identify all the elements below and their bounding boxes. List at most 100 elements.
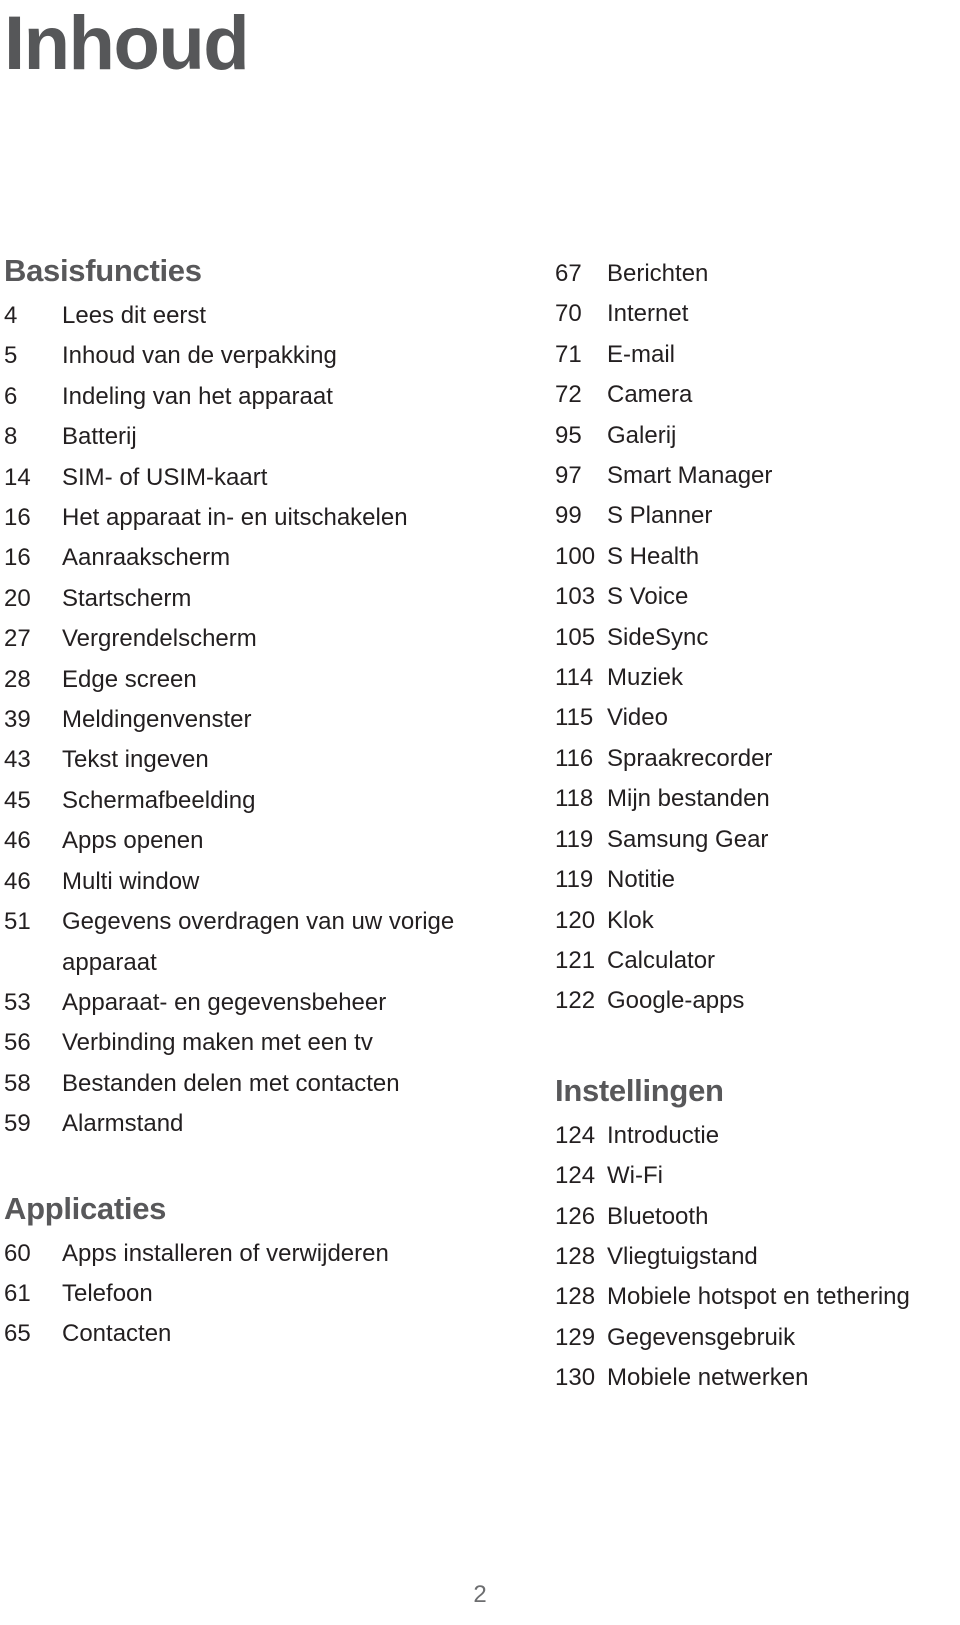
toc-entry[interactable]: 51 Gegevens overdragen van uw vorige appa…: [4, 902, 520, 983]
toc-entry-label: Apps installeren of verwijderen: [62, 1239, 389, 1267]
toc-entry-page-number: 129: [555, 1323, 596, 1351]
toc-entry-label: Startscherm: [62, 584, 192, 612]
toc-list: 60 Apps installeren of verwijderen 61 Telef…: [4, 1234, 520, 1355]
toc-entry[interactable]: 119 Samsung Gear: [555, 820, 960, 860]
toc-entry-label: Berichten: [607, 260, 709, 287]
toc-entry[interactable]: 116 Spraakrecorder: [555, 739, 960, 779]
toc-entry[interactable]: 20 Startscherm: [4, 579, 520, 619]
toc-entry[interactable]: 99 S Planner: [555, 496, 960, 536]
toc-entry-page-number: 20: [4, 584, 31, 612]
toc-entry[interactable]: 39 Meldingenvenster: [4, 700, 520, 740]
toc-entry[interactable]: 59 Alarmstand: [4, 1104, 520, 1144]
toc-entry-label: Schermafbeelding: [62, 786, 256, 814]
toc-entry-label: Mobiele netwerken: [607, 1364, 809, 1392]
toc-entry[interactable]: 8 Batterij: [4, 417, 520, 457]
toc-entry-page-number: 51: [4, 908, 31, 936]
toc-entry-page-number: 6: [4, 382, 18, 410]
toc-entry[interactable]: 105 SideSync: [555, 618, 960, 658]
toc-entry[interactable]: 122 Google-apps: [555, 981, 960, 1021]
toc-entry-page-number: 122: [555, 987, 596, 1015]
toc-entry-page-number: 119: [555, 866, 594, 894]
toc-entry[interactable]: 5 Inhoud van de verpakking: [4, 336, 520, 376]
toc-entry-page-number: 16: [4, 544, 31, 572]
toc-entry[interactable]: 119 Notitie: [555, 860, 960, 900]
toc-entry[interactable]: 65 Contacten: [4, 1314, 520, 1354]
toc-entry-label: Video: [607, 704, 668, 732]
toc-entry[interactable]: 56 Verbinding maken met een tv: [4, 1023, 520, 1063]
toc-entry[interactable]: 58 Bestanden delen met contacten: [4, 1064, 520, 1104]
toc-entry-label: Smart Manager: [607, 462, 773, 490]
toc-entry-label: Mobiele hotspot en tethering: [607, 1283, 910, 1311]
toc-entry-page-number: 67: [555, 260, 582, 287]
toc-entry[interactable]: 124 Wi-Fi: [555, 1156, 960, 1196]
toc-entry-label: Camera: [607, 381, 693, 409]
toc-section: Instellingen 124 Introductie 124 Wi-Fi 126 Blu…: [555, 1072, 960, 1399]
toc-entry-label: Indeling van het apparaat: [62, 382, 333, 410]
toc-entry[interactable]: 128 Mobiele hotspot en tethering: [555, 1277, 960, 1317]
toc-entry-label: SIM- of USIM-kaart: [62, 463, 268, 491]
toc-entry[interactable]: 100 S Health: [555, 537, 960, 577]
toc-entry-label: Tekst ingeven: [62, 746, 209, 774]
toc-entry-page-number: 60: [4, 1239, 31, 1267]
toc-entry[interactable]: 120 Klok: [555, 901, 960, 941]
toc-entry[interactable]: 67 Berichten: [555, 254, 960, 294]
toc-entry-label: Gegevensgebruik: [607, 1323, 796, 1351]
toc-entry-page-number: 4: [4, 302, 18, 329]
toc-entry[interactable]: 46 Apps openen: [4, 821, 520, 861]
section-heading-instellingen: Instellingen: [555, 1072, 724, 1108]
toc-entry[interactable]: 46 Multi window: [4, 862, 520, 902]
toc-entry[interactable]: 72 Camera: [555, 375, 960, 415]
toc-entry-page-number: 14: [4, 463, 31, 491]
toc-entry-label: Wi-Fi: [607, 1162, 663, 1190]
toc-entry-label: Apparaat- en gegevensbeheer: [62, 988, 387, 1016]
toc-entry[interactable]: 45 Schermafbeelding: [4, 781, 520, 821]
toc-entry[interactable]: 4 Lees dit eerst: [4, 296, 520, 336]
toc-entry-page-number: 124: [555, 1121, 596, 1149]
toc-entry[interactable]: 128 Vliegtuigstand: [555, 1237, 960, 1277]
toc-entry[interactable]: 43 Tekst ingeven: [4, 740, 520, 780]
toc-entry[interactable]: 126 Bluetooth: [555, 1197, 960, 1237]
toc-entry-label: SideSync: [607, 623, 709, 651]
toc-entry-page-number: 61: [4, 1279, 31, 1307]
toc-entry-label: Aanraakscherm: [62, 544, 231, 572]
toc-entry-page-number: 59: [4, 1110, 31, 1138]
toc-entry-label: Het apparaat in- en uitschakelen: [62, 504, 408, 532]
toc-entry-page-number: 70: [555, 300, 582, 328]
toc-entry[interactable]: 27 Vergrendelscherm: [4, 619, 520, 659]
toc-entry-page-number: 128: [555, 1283, 596, 1311]
toc-entry[interactable]: 103 S Voice: [555, 577, 960, 617]
toc-entry-page-number: 27: [4, 625, 31, 653]
toc-entry[interactable]: 6 Indeling van het apparaat: [4, 377, 520, 417]
toc-entry[interactable]: 16 Aanraakscherm: [4, 538, 520, 578]
footer-page-number: 2: [473, 1581, 487, 1608]
toc-entry[interactable]: 16 Het apparaat in- en uitschakelen: [4, 498, 520, 538]
toc-entry[interactable]: 115 Video: [555, 698, 960, 738]
toc-entry-label: Klok: [607, 906, 654, 934]
toc-entry-page-number: 105: [555, 623, 596, 651]
toc-entry[interactable]: 121 Calculator: [555, 941, 960, 981]
toc-entry[interactable]: 129 Gegevensgebruik: [555, 1318, 960, 1358]
toc-entry[interactable]: 28 Edge screen: [4, 660, 520, 700]
toc-entry[interactable]: 130 Mobiele netwerken: [555, 1358, 960, 1398]
toc-entry[interactable]: 118 Mijn bestanden: [555, 779, 960, 819]
toc-entry[interactable]: 53 Apparaat- en gegevensbeheer: [4, 983, 520, 1023]
toc-entry[interactable]: 61 Telefoon: [4, 1274, 520, 1314]
toc-entry[interactable]: 97 Smart Manager: [555, 456, 960, 496]
toc-entry[interactable]: 71 E-mail: [555, 335, 960, 375]
toc-column-left: Basisfuncties 4 Lees dit eerst 5 Inhoud van …: [0, 254, 530, 1355]
section-heading-applicaties: Applicaties: [4, 1190, 167, 1226]
toc-entry[interactable]: 14 SIM- of USIM-kaart: [4, 458, 520, 498]
toc-entry[interactable]: 124 Introductie: [555, 1116, 960, 1156]
toc-entry[interactable]: 114 Muziek: [555, 658, 960, 698]
toc-entry-page-number: 124: [555, 1162, 596, 1190]
toc-entry[interactable]: 95 Galerij: [555, 416, 960, 456]
toc-entry-label: Internet: [607, 300, 689, 328]
toc-list: 67 Berichten 70 Internet 71 E-mail 72 Camera 95 G…: [555, 254, 960, 1022]
toc-entry-label: Notitie: [607, 866, 676, 894]
toc-entry-page-number: 45: [4, 786, 31, 814]
toc-entry-label: Lees dit eerst: [62, 302, 207, 329]
toc-entry[interactable]: 70 Internet: [555, 294, 960, 334]
toc-entry-label: Telefoon: [62, 1279, 153, 1307]
toc-entry[interactable]: 60 Apps installeren of verwijderen: [4, 1234, 520, 1274]
toc-section: Basisfuncties 4 Lees dit eerst 5 Inhoud van …: [4, 254, 520, 1145]
